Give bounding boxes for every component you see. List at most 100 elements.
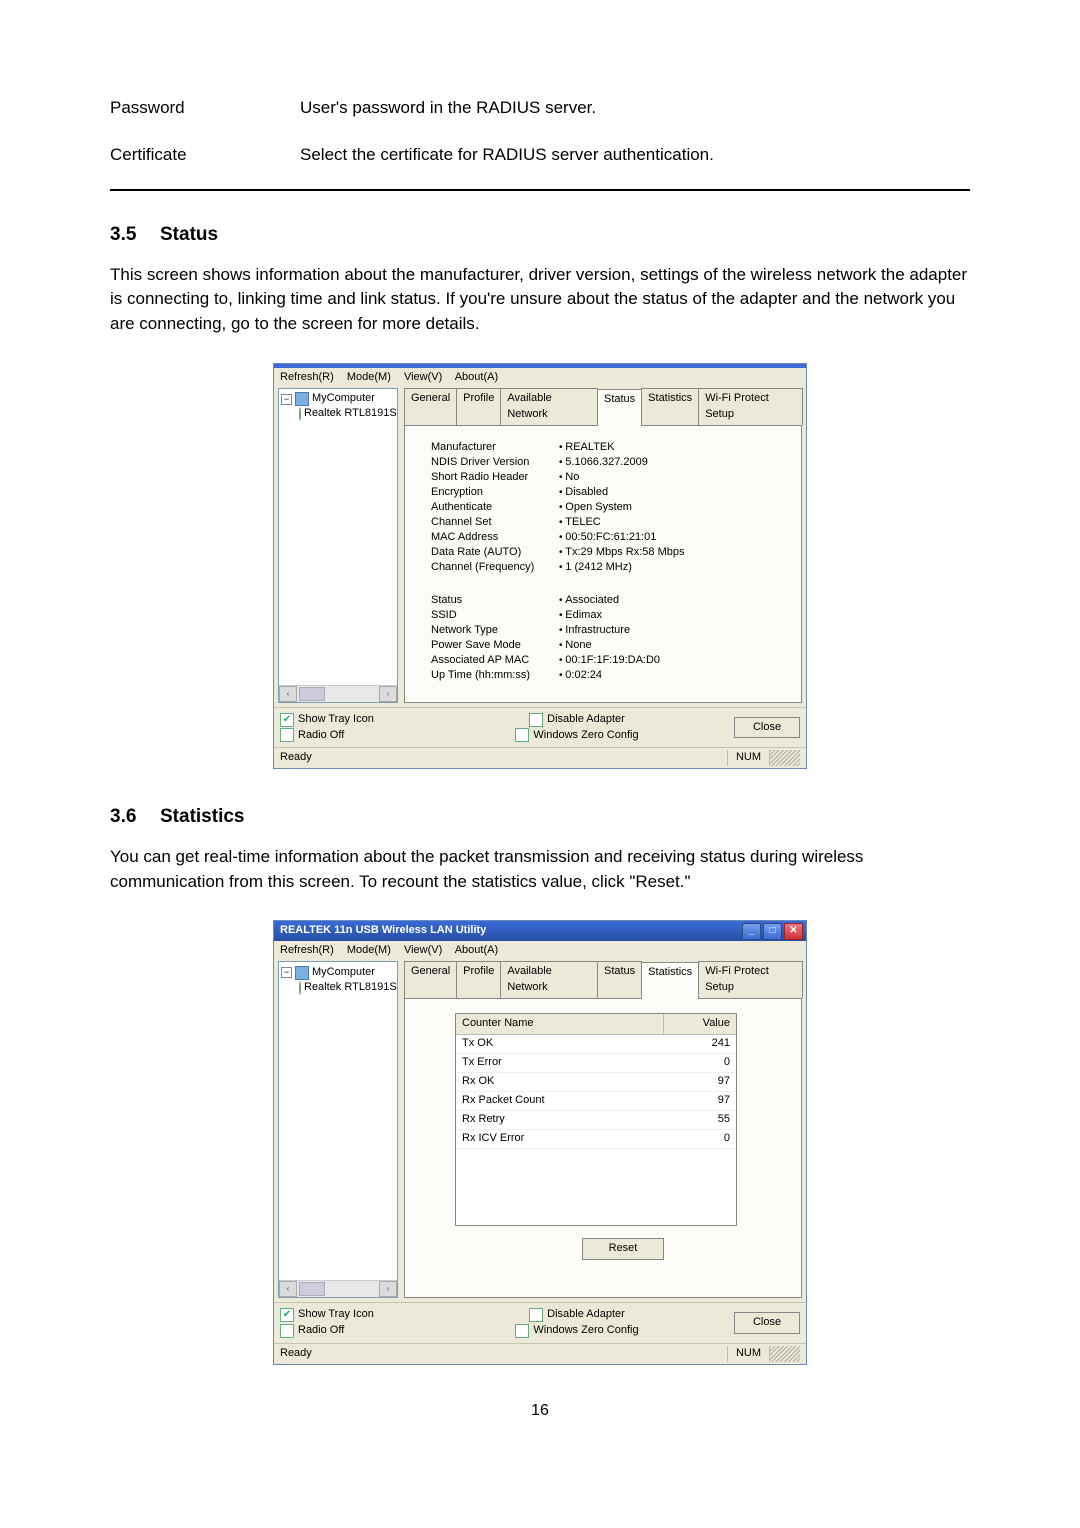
chk-show-tray[interactable]: ✔ Show Tray Icon <box>280 1307 420 1323</box>
heading-status: 3.5Status <box>110 221 970 249</box>
tab-general[interactable]: General <box>404 388 457 425</box>
close-button[interactable]: Close <box>734 717 800 739</box>
chk-radio-off[interactable]: ✔ Radio Off <box>280 728 420 744</box>
menu-view[interactable]: View(V) <box>404 944 442 956</box>
computer-icon <box>295 966 309 980</box>
status-num: NUM <box>727 750 769 766</box>
tree-child[interactable]: Realtek RTL8191SU <box>281 980 395 995</box>
chk-show-tray[interactable]: ✔ Show Tray Icon <box>280 712 420 728</box>
chk-disable-adapter[interactable]: ✔ Disable Adapter <box>529 712 625 728</box>
scroll-thumb[interactable] <box>299 687 325 701</box>
tree-scrollbar[interactable]: ‹ › <box>279 1280 397 1297</box>
menu-mode[interactable]: Mode(M) <box>347 944 391 956</box>
checkbox-icon[interactable]: ✔ <box>280 728 294 742</box>
tab-wps[interactable]: Wi-Fi Protect Setup <box>698 961 803 998</box>
counter-value: 0 <box>664 1054 736 1072</box>
counter-name: Tx OK <box>456 1035 664 1053</box>
status-value: REALTEK <box>559 440 685 455</box>
tab-general[interactable]: General <box>404 961 457 998</box>
tabbar: General Profile Available Network Status… <box>404 388 802 425</box>
counter-name: Rx ICV Error <box>456 1130 664 1148</box>
checkbox-icon[interactable]: ✔ <box>280 713 294 727</box>
checkbox-icon[interactable]: ✔ <box>529 1308 543 1322</box>
status-label: Channel Set <box>431 515 559 530</box>
table-row: Rx OK97 <box>456 1073 736 1092</box>
status-label: Status <box>431 593 559 608</box>
menu-refresh[interactable]: Refresh(R) <box>280 944 334 956</box>
heading-statistics: 3.6Statistics <box>110 803 970 831</box>
status-value: 00:1F:1F:19:DA:D0 <box>559 653 660 668</box>
counter-value: 97 <box>664 1073 736 1091</box>
counter-value: 97 <box>664 1092 736 1110</box>
tree-pane: − MyComputer Realtek RTL8191SU ‹ › <box>278 388 398 703</box>
bottom-bar: ✔ Show Tray Icon ✔ Radio Off ✔ Disable A… <box>274 1302 806 1343</box>
scroll-right-icon[interactable]: › <box>379 1281 397 1297</box>
reset-button[interactable]: Reset <box>582 1238 664 1260</box>
chk-windows-zero[interactable]: ✔ Windows Zero Config <box>515 1323 638 1339</box>
status-label: Short Radio Header <box>431 470 559 485</box>
expander-icon[interactable]: − <box>281 394 292 405</box>
status-value: Associated <box>559 593 660 608</box>
resize-grip-icon[interactable] <box>769 750 800 766</box>
status-label: Manufacturer <box>431 440 559 455</box>
menubar: Refresh(R) Mode(M) View(V) About(A) <box>274 941 806 961</box>
tab-available-network[interactable]: Available Network <box>500 961 598 998</box>
tree-root[interactable]: − MyComputer <box>281 965 395 980</box>
term-password: Password <box>110 90 300 137</box>
status-label: SSID <box>431 608 559 623</box>
tab-body-status: ManufacturerNDIS Driver VersionShort Rad… <box>404 425 802 703</box>
bottom-bar: ✔ Show Tray Icon ✔ Radio Off ✔ Disable A… <box>274 707 806 748</box>
tab-body-statistics: Counter Name Value Tx OK241Tx Error0Rx O… <box>404 998 802 1298</box>
minimize-icon[interactable]: _ <box>742 923 761 940</box>
statusbar: Ready NUM <box>274 1343 806 1364</box>
tree-child[interactable]: Realtek RTL8191SU <box>281 407 395 422</box>
maximize-icon[interactable]: □ <box>763 923 782 940</box>
col-counter-name[interactable]: Counter Name <box>456 1014 664 1034</box>
counter-name: Rx OK <box>456 1073 664 1091</box>
scroll-left-icon[interactable]: ‹ <box>279 1281 297 1297</box>
table-row: Rx ICV Error0 <box>456 1130 736 1149</box>
checkbox-icon[interactable]: ✔ <box>280 1308 294 1322</box>
tab-available-network[interactable]: Available Network <box>500 388 598 425</box>
chk-radio-off[interactable]: ✔ Radio Off <box>280 1323 420 1339</box>
para-statistics: You can get real-time information about … <box>110 845 970 894</box>
desc-certificate: Select the certificate for RADIUS server… <box>300 137 970 184</box>
close-icon[interactable]: ✕ <box>784 923 803 940</box>
menu-mode[interactable]: Mode(M) <box>347 371 391 383</box>
status-label: Authenticate <box>431 500 559 515</box>
tab-statistics[interactable]: Statistics <box>641 962 699 999</box>
tab-profile[interactable]: Profile <box>456 388 501 425</box>
tabbar: General Profile Available Network Status… <box>404 961 802 998</box>
col-value[interactable]: Value <box>664 1014 736 1034</box>
tab-status[interactable]: Status <box>597 389 642 426</box>
menu-view[interactable]: View(V) <box>404 371 442 383</box>
menu-refresh[interactable]: Refresh(R) <box>280 371 334 383</box>
tree-scrollbar[interactable]: ‹ › <box>279 685 397 702</box>
checkbox-icon[interactable]: ✔ <box>529 713 543 727</box>
horizontal-rule <box>110 189 970 191</box>
resize-grip-icon[interactable] <box>769 1346 800 1362</box>
checkbox-icon[interactable]: ✔ <box>515 1324 529 1338</box>
scroll-right-icon[interactable]: › <box>379 686 397 702</box>
status-value: Disabled <box>559 485 685 500</box>
chk-windows-zero[interactable]: ✔ Windows Zero Config <box>515 728 638 744</box>
tree-root[interactable]: − MyComputer <box>281 392 395 407</box>
menubar: Refresh(R) Mode(M) View(V) About(A) <box>274 368 806 388</box>
status-label: Power Save Mode <box>431 638 559 653</box>
chk-disable-adapter[interactable]: ✔ Disable Adapter <box>529 1307 625 1323</box>
tab-wps[interactable]: Wi-Fi Protect Setup <box>698 388 803 425</box>
close-button[interactable]: Close <box>734 1312 800 1334</box>
menu-about[interactable]: About(A) <box>455 944 498 956</box>
tab-statistics[interactable]: Statistics <box>641 388 699 425</box>
checkbox-icon[interactable]: ✔ <box>280 1324 294 1338</box>
counter-name: Rx Packet Count <box>456 1092 664 1110</box>
table-row: Rx Retry55 <box>456 1111 736 1130</box>
menu-about[interactable]: About(A) <box>455 371 498 383</box>
scroll-thumb[interactable] <box>299 1282 325 1296</box>
tab-status[interactable]: Status <box>597 961 642 998</box>
tab-profile[interactable]: Profile <box>456 961 501 998</box>
adapter-icon <box>299 981 301 995</box>
checkbox-icon[interactable]: ✔ <box>515 728 529 742</box>
expander-icon[interactable]: − <box>281 967 292 978</box>
scroll-left-icon[interactable]: ‹ <box>279 686 297 702</box>
